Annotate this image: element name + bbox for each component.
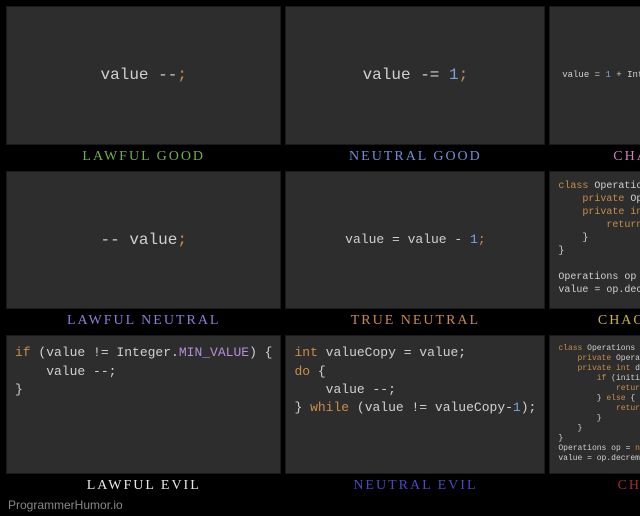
code-panel: if (value != Integer.MIN_VALUE) { value … — [6, 335, 281, 474]
cell-lawful-good: value --; LAWFUL GOOD — [6, 6, 281, 167]
cell-chaotic-neutral: class Operations { private Operations() … — [549, 171, 640, 332]
code-block: value = 1 + Integer.getInteger(value + "… — [562, 69, 640, 82]
caption-true-neutral: TRUE NEUTRAL — [285, 309, 545, 331]
caption-lawful-neutral: LAWFUL NEUTRAL — [6, 309, 281, 331]
cell-chaotic-evil: class Operations { private Operations() … — [549, 335, 640, 496]
code-block: value = value - 1; — [345, 231, 485, 249]
code-block: value -= 1; — [363, 64, 469, 86]
caption-lawful-evil: LAWFUL EVIL — [6, 474, 281, 496]
code-panel: value = 1 + Integer.getInteger(value + "… — [549, 6, 640, 145]
caption-neutral-good: NEUTRAL GOOD — [285, 145, 545, 167]
caption-chaotic-neutral: CHAOTIC NEUTRAL — [549, 309, 640, 331]
code-block: -- value; — [101, 229, 187, 251]
code-block: value --; — [101, 64, 187, 86]
cell-lawful-neutral: -- value; LAWFUL NEUTRAL — [6, 171, 281, 332]
cell-true-neutral: value = value - 1; TRUE NEUTRAL — [285, 171, 545, 332]
code-block: class Operations { private Operations() … — [558, 344, 640, 464]
caption-chaotic-good: CHAOTIC GOOD — [549, 145, 640, 167]
code-block: int valueCopy = value; do { value --; } … — [294, 344, 536, 417]
code-panel: int valueCopy = value; do { value --; } … — [285, 335, 545, 474]
caption-lawful-good: LAWFUL GOOD — [6, 145, 281, 167]
code-panel: value --; — [6, 6, 281, 145]
code-panel: class Operations { private Operations() … — [549, 171, 640, 310]
code-panel: value = value - 1; — [285, 171, 545, 310]
code-panel: value -= 1; — [285, 6, 545, 145]
watermark: ProgrammerHumor.io — [8, 498, 123, 512]
code-panel: -- value; — [6, 171, 281, 310]
code-block: class Operations { private Operations() … — [558, 180, 640, 297]
caption-neutral-evil: NEUTRAL EVIL — [285, 474, 545, 496]
cell-neutral-evil: int valueCopy = value; do { value --; } … — [285, 335, 545, 496]
code-panel: class Operations { private Operations() … — [549, 335, 640, 474]
caption-chaotic-evil: CHAOTIC EVIL — [549, 474, 640, 496]
cell-lawful-evil: if (value != Integer.MIN_VALUE) { value … — [6, 335, 281, 496]
alignment-grid: value --; LAWFUL GOOD value -= 1; NEUTRA… — [0, 0, 640, 516]
cell-neutral-good: value -= 1; NEUTRAL GOOD — [285, 6, 545, 167]
cell-chaotic-good: value = 1 + Integer.getInteger(value + "… — [549, 6, 640, 167]
code-block: if (value != Integer.MIN_VALUE) { value … — [15, 344, 272, 399]
